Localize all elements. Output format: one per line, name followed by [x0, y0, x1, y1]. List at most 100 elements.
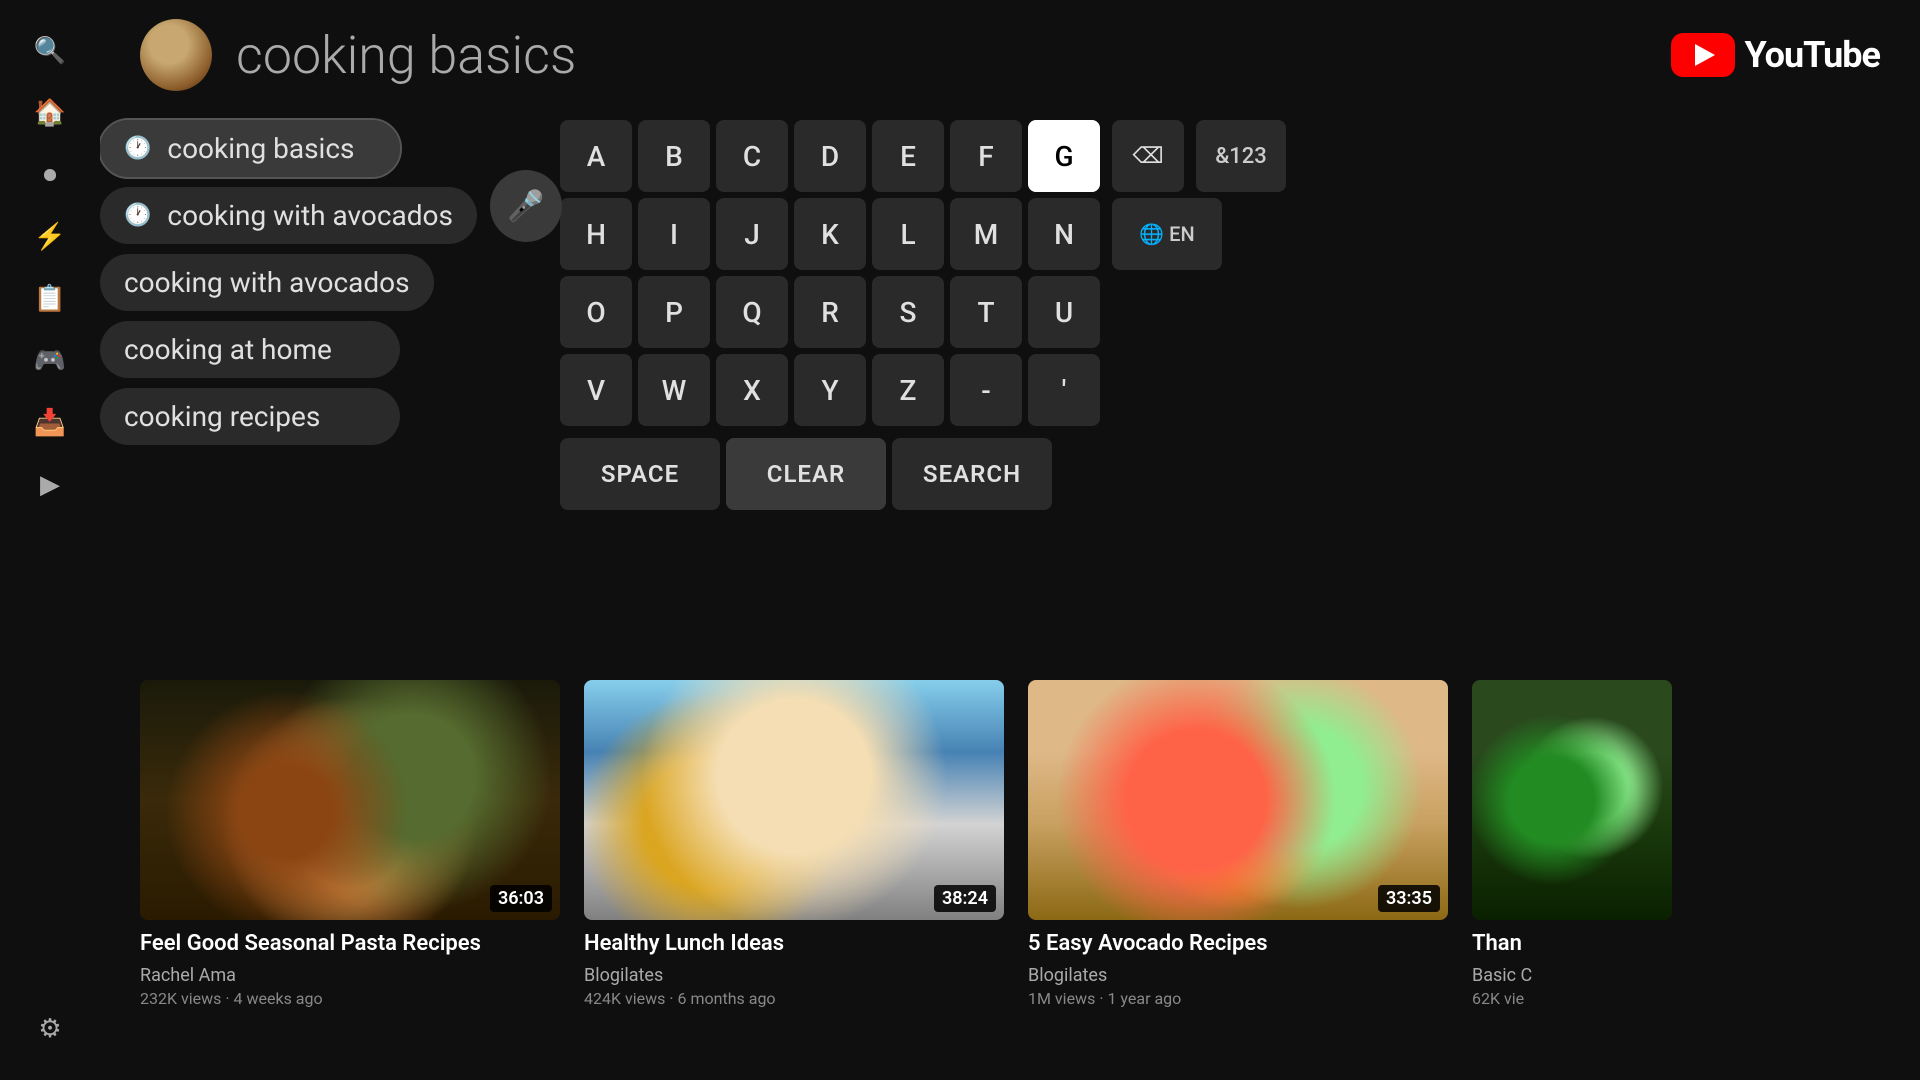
key-N[interactable]: N [1028, 198, 1100, 270]
key-O[interactable]: O [560, 276, 632, 348]
keyboard-bottom-row: SPACE CLEAR SEARCH [560, 438, 1060, 510]
sidebar-item-home[interactable]: 🏠 [0, 82, 100, 144]
avatar [140, 19, 212, 91]
mic-button[interactable]: 🎤 [490, 170, 562, 242]
key-P[interactable]: P [638, 276, 710, 348]
clear-key[interactable]: CLEAR [726, 438, 886, 510]
key-D[interactable]: D [794, 120, 866, 192]
video-card-2[interactable]: 33:35 5 Easy Avocado Recipes Blogilates … [1028, 680, 1448, 1018]
video-title-1: Healthy Lunch Ideas [584, 930, 1004, 959]
video-duration-0: 36:03 [490, 885, 552, 912]
suggestion-text-3: cooking at home [124, 333, 332, 366]
key-R[interactable]: R [794, 276, 866, 348]
key-F[interactable]: F [950, 120, 1022, 192]
video-title-3: Than [1472, 930, 1672, 959]
sidebar-item-downloads[interactable]: 📥 [0, 392, 100, 454]
video-thumb-1: 38:24 [584, 680, 1004, 920]
video-info-1: Healthy Lunch Ideas Blogilates 424K view… [584, 920, 1004, 1018]
video-duration-2: 33:35 [1378, 885, 1440, 912]
search-query-bold: cooking [236, 25, 428, 86]
space-key[interactable]: SPACE [560, 438, 720, 510]
sidebar-item-shorts[interactable]: ⚡ [0, 206, 100, 268]
key-G[interactable]: G [1028, 120, 1100, 192]
video-grid: 36:03 Feel Good Seasonal Pasta Recipes R… [100, 680, 1920, 1080]
language-key[interactable]: 🌐 EN [1112, 198, 1222, 270]
key-A[interactable]: A [560, 120, 632, 192]
key-M[interactable]: M [950, 198, 1022, 270]
suggestion-item-0[interactable]: 🕐 cooking basics [100, 120, 400, 177]
key-X[interactable]: X [716, 354, 788, 426]
video-duration-1: 38:24 [934, 885, 996, 912]
video-channel-0: Rachel Ama [140, 965, 560, 986]
key-B[interactable]: B [638, 120, 710, 192]
mic-icon: 🎤 [507, 189, 544, 224]
video-card-0[interactable]: 36:03 Feel Good Seasonal Pasta Recipes R… [140, 680, 560, 1018]
video-card-3[interactable]: Than Basic C 62K vie [1472, 680, 1672, 1018]
numbers-key[interactable]: &123 [1196, 120, 1286, 192]
key-J[interactable]: J [716, 198, 788, 270]
youtube-text: YouTube [1745, 34, 1880, 76]
key-I[interactable]: I [638, 198, 710, 270]
video-meta-1: 424K views · 6 months ago [584, 989, 1004, 1008]
downloads-icon: 📥 [34, 410, 66, 436]
suggestion-item-4[interactable]: cooking recipes [100, 388, 400, 445]
settings-icon: ⚙ [38, 1016, 61, 1042]
key-W[interactable]: W [638, 354, 710, 426]
key-dash[interactable]: - [950, 354, 1022, 426]
key-U[interactable]: U [1028, 276, 1100, 348]
backspace-key[interactable]: ⌫ [1112, 120, 1184, 192]
key-E[interactable]: E [872, 120, 944, 192]
sidebar-item-gaming[interactable]: 🎮 [0, 330, 100, 392]
video-channel-3: Basic C [1472, 965, 1672, 986]
suggestion-text-0: cooking basics [167, 132, 354, 165]
key-L[interactable]: L [872, 198, 944, 270]
home-icon: 🏠 [34, 100, 66, 126]
video-thumb-3 [1472, 680, 1672, 920]
sidebar-item-live[interactable]: ⏺ [0, 144, 100, 206]
key-V[interactable]: V [560, 354, 632, 426]
key-Q[interactable]: Q [716, 276, 788, 348]
youtube-icon [1671, 33, 1735, 77]
history-icon-1: 🕐 [124, 203, 151, 228]
suggestion-item-1[interactable]: 🕐 cooking with avocados [100, 187, 477, 244]
suggestion-text-1: cooking with avocados [167, 199, 453, 232]
sidebar-item-search[interactable]: 🔍 [0, 20, 100, 82]
search-icon: 🔍 [34, 38, 66, 64]
video-title-0: Feel Good Seasonal Pasta Recipes [140, 930, 560, 959]
shorts-icon: ⚡ [34, 224, 66, 250]
keyboard-row-2: H I J K L M N 🌐 EN [560, 198, 1060, 270]
key-T[interactable]: T [950, 276, 1022, 348]
live-icon: ⏺ [43, 162, 56, 188]
video-thumb-0: 36:03 [140, 680, 560, 920]
video-info-2: 5 Easy Avocado Recipes Blogilates 1M vie… [1028, 920, 1448, 1018]
video-info-3: Than Basic C 62K vie [1472, 920, 1672, 1018]
video-meta-2: 1M views · 1 year ago [1028, 989, 1448, 1008]
search-key[interactable]: SEARCH [892, 438, 1052, 510]
search-query-light: basics [428, 25, 576, 86]
suggestion-item-2[interactable]: cooking with avocados [100, 254, 434, 311]
sidebar-item-settings[interactable]: ⚙ [0, 998, 100, 1060]
youtube-play-triangle [1695, 44, 1715, 66]
keyboard-row-4: V W X Y Z - ' [560, 354, 1060, 426]
subscriptions-icon: ▶ [40, 472, 60, 498]
sidebar-item-subscriptions[interactable]: ▶ [0, 454, 100, 516]
key-H[interactable]: H [560, 198, 632, 270]
keyboard-row-3: O P Q R S T U [560, 276, 1060, 348]
youtube-logo: YouTube [1671, 33, 1880, 77]
sidebar: 🔍 🏠 ⏺ ⚡ 📋 🎮 📥 ▶ ⚙ [0, 0, 100, 1080]
keyboard-rows: A B C D E F G ⌫ &123 H I J K L M N 🌐 EN … [560, 120, 1060, 510]
sidebar-item-library[interactable]: 📋 [0, 268, 100, 330]
key-apostrophe[interactable]: ' [1028, 354, 1100, 426]
video-meta-0: 232K views · 4 weeks ago [140, 989, 560, 1008]
video-card-1[interactable]: 38:24 Healthy Lunch Ideas Blogilates 424… [584, 680, 1004, 1018]
video-meta-3: 62K vie [1472, 989, 1672, 1008]
key-Y[interactable]: Y [794, 354, 866, 426]
page-title: cooking basics [236, 25, 1671, 86]
header: cooking basics YouTube [100, 0, 1920, 110]
key-K[interactable]: K [794, 198, 866, 270]
key-C[interactable]: C [716, 120, 788, 192]
key-S[interactable]: S [872, 276, 944, 348]
key-Z[interactable]: Z [872, 354, 944, 426]
suggestion-item-3[interactable]: cooking at home [100, 321, 400, 378]
library-icon: 📋 [34, 286, 66, 312]
